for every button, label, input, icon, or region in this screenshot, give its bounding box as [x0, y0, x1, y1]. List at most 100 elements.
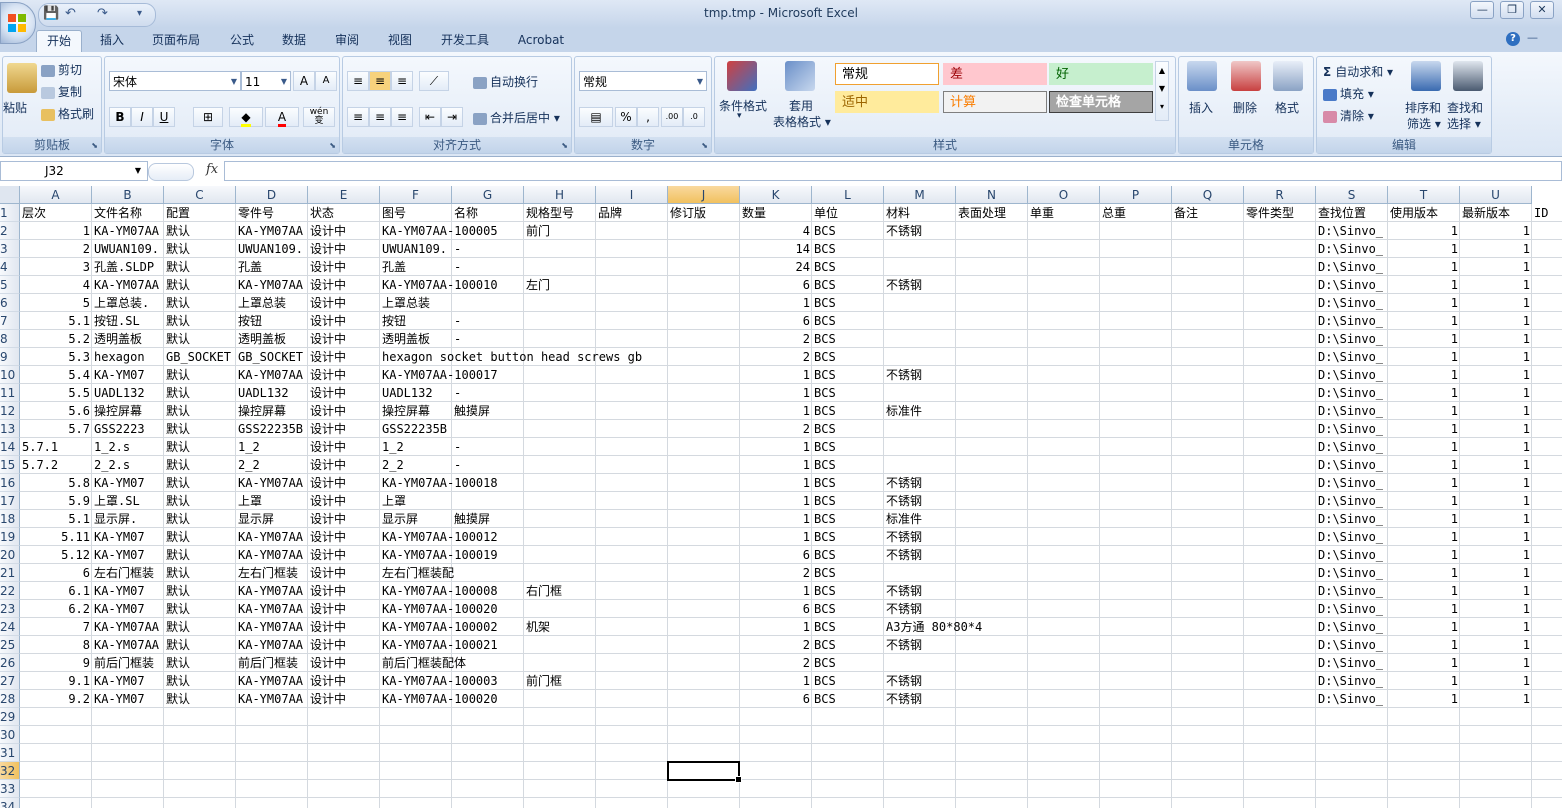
cell-A7[interactable]: 5.1: [20, 312, 92, 330]
row-header-34[interactable]: 34: [0, 798, 20, 808]
cell-U6[interactable]: 1: [1460, 294, 1532, 312]
row-header-17[interactable]: 17: [0, 492, 20, 510]
minimize-ribbon-icon[interactable]: —: [1527, 31, 1538, 44]
cell-S1[interactable]: 查找位置: [1316, 204, 1388, 222]
cell-C26[interactable]: 默认: [164, 654, 236, 672]
row-header-28[interactable]: 28: [0, 690, 20, 708]
cell-S15[interactable]: D:\Sinvo_: [1316, 456, 1388, 474]
cell-L12[interactable]: BCS: [812, 402, 884, 420]
align-right-button[interactable]: ≡: [391, 107, 413, 127]
column-header-H[interactable]: H: [524, 186, 596, 204]
cell-K8[interactable]: 2: [740, 330, 812, 348]
cell-E23[interactable]: 设计中: [308, 600, 380, 618]
cell-L19[interactable]: BCS: [812, 528, 884, 546]
cell-U27[interactable]: 1: [1460, 672, 1532, 690]
tab-view[interactable]: 视图: [378, 30, 422, 52]
border-button[interactable]: ⊞: [193, 107, 223, 127]
cell-G18[interactable]: 触摸屏: [452, 510, 524, 528]
cell-E28[interactable]: 设计中: [308, 690, 380, 708]
cell-D23[interactable]: KA-YM07AA: [236, 600, 308, 618]
cell-A1[interactable]: 层次: [20, 204, 92, 222]
row-header-6[interactable]: 6: [0, 294, 20, 312]
row-header-15[interactable]: 15: [0, 456, 20, 474]
cell-T14[interactable]: 1: [1388, 438, 1460, 456]
cell-F9[interactable]: hexagon socket button head screws gb: [380, 348, 642, 366]
bold-button[interactable]: B: [109, 107, 131, 127]
cell-S12[interactable]: D:\Sinvo_: [1316, 402, 1388, 420]
cell-F5[interactable]: KA-YM07AA-100010: [380, 276, 498, 294]
cell-A15[interactable]: 5.7.2: [20, 456, 92, 474]
cell-C15[interactable]: 默认: [164, 456, 236, 474]
cell-B12[interactable]: 操控屏幕: [92, 402, 164, 420]
cell-C16[interactable]: 默认: [164, 474, 236, 492]
cell-T27[interactable]: 1: [1388, 672, 1460, 690]
cell-S5[interactable]: D:\Sinvo_: [1316, 276, 1388, 294]
cell-L1[interactable]: 单位: [812, 204, 884, 222]
cell-E20[interactable]: 设计中: [308, 546, 380, 564]
cell-T20[interactable]: 1: [1388, 546, 1460, 564]
cell-B23[interactable]: KA-YM07: [92, 600, 164, 618]
italic-button[interactable]: I: [131, 107, 153, 127]
cell-G3[interactable]: -: [452, 240, 524, 258]
cell-F2[interactable]: KA-YM07AA-100005: [380, 222, 498, 240]
cell-B11[interactable]: UADL132: [92, 384, 164, 402]
cell-P1[interactable]: 总重: [1100, 204, 1172, 222]
cell-U17[interactable]: 1: [1460, 492, 1532, 510]
restore-button[interactable]: ❐: [1500, 1, 1525, 19]
cell-T5[interactable]: 1: [1388, 276, 1460, 294]
cell-D13[interactable]: GSS22235B: [236, 420, 308, 438]
row-header-13[interactable]: 13: [0, 420, 20, 438]
cell-A28[interactable]: 9.2: [20, 690, 92, 708]
column-header-N[interactable]: N: [956, 186, 1028, 204]
cell-B20[interactable]: KA-YM07: [92, 546, 164, 564]
tab-home[interactable]: 开始: [36, 30, 82, 53]
cell-F7[interactable]: 按钮: [380, 312, 452, 330]
cell-T18[interactable]: 1: [1388, 510, 1460, 528]
cell-S24[interactable]: D:\Sinvo_: [1316, 618, 1388, 636]
cell-F14[interactable]: 1_2: [380, 438, 452, 456]
cell-S14[interactable]: D:\Sinvo_: [1316, 438, 1388, 456]
cell-C9[interactable]: GB_SOCKET: [164, 348, 236, 366]
cell-U23[interactable]: 1: [1460, 600, 1532, 618]
column-header-U[interactable]: U: [1460, 186, 1532, 204]
align-bottom-button[interactable]: ≡: [391, 71, 413, 91]
cell-S6[interactable]: D:\Sinvo_: [1316, 294, 1388, 312]
cell-S17[interactable]: D:\Sinvo_: [1316, 492, 1388, 510]
cell-L22[interactable]: BCS: [812, 582, 884, 600]
align-center-button[interactable]: ≡: [369, 107, 391, 127]
style-gallery-scroll[interactable]: ▲ ▼ ▾: [1155, 61, 1169, 121]
cell-L7[interactable]: BCS: [812, 312, 884, 330]
column-header-L[interactable]: L: [812, 186, 884, 204]
cell-F13[interactable]: GSS22235B: [380, 420, 452, 438]
cell-E14[interactable]: 设计中: [308, 438, 380, 456]
cell-G12[interactable]: 触摸屏: [452, 402, 524, 420]
alignment-launcher-icon[interactable]: ⬊: [561, 141, 568, 150]
cell-A13[interactable]: 5.7: [20, 420, 92, 438]
cell-U21[interactable]: 1: [1460, 564, 1532, 582]
cell-J1[interactable]: 修订版: [668, 204, 740, 222]
decrease-indent-button[interactable]: ⇤: [419, 107, 441, 127]
style-cell-4[interactable]: 计算: [943, 91, 1047, 113]
row-header-4[interactable]: 4: [0, 258, 20, 276]
cell-F19[interactable]: KA-YM07AA-100012: [380, 528, 498, 546]
cell-L8[interactable]: BCS: [812, 330, 884, 348]
column-header-B[interactable]: B: [92, 186, 164, 204]
insert-cells-button[interactable]: 插入: [1189, 99, 1213, 116]
format-as-table-button-1[interactable]: 套用: [789, 97, 813, 114]
style-cell-5[interactable]: 检查单元格: [1049, 91, 1153, 113]
cell-B14[interactable]: 1_2.s: [92, 438, 164, 456]
row-header-29[interactable]: 29: [0, 708, 20, 726]
cell-U16[interactable]: 1: [1460, 474, 1532, 492]
cell-E21[interactable]: 设计中: [308, 564, 380, 582]
cell-M24[interactable]: A3方通 80*80*4: [884, 618, 982, 636]
cell-K10[interactable]: 1: [740, 366, 812, 384]
cell-L5[interactable]: BCS: [812, 276, 884, 294]
cell-K13[interactable]: 2: [740, 420, 812, 438]
row-header-22[interactable]: 22: [0, 582, 20, 600]
increase-indent-button[interactable]: ⇥: [441, 107, 463, 127]
cell-C4[interactable]: 默认: [164, 258, 236, 276]
cell-C19[interactable]: 默认: [164, 528, 236, 546]
style-cell-1[interactable]: 差: [943, 63, 1047, 85]
cell-L28[interactable]: BCS: [812, 690, 884, 708]
cell-A3[interactable]: 2: [20, 240, 92, 258]
